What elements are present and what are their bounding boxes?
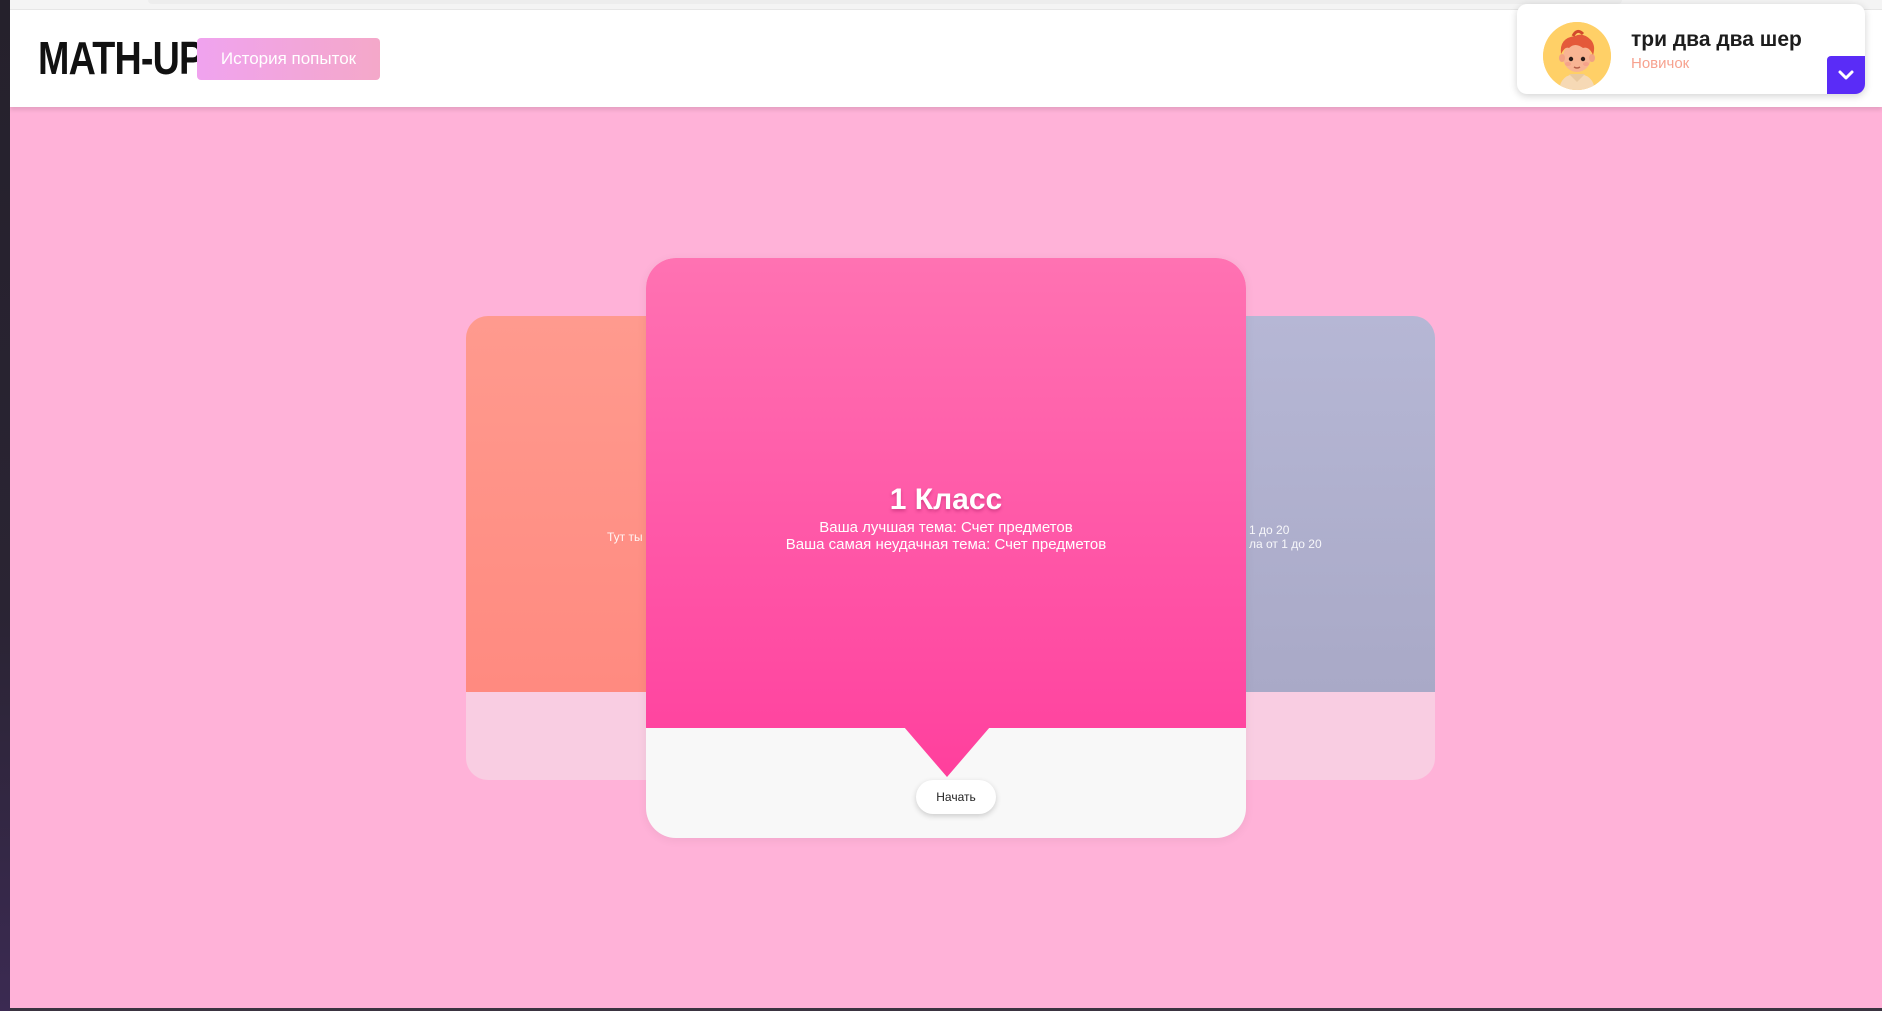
card-next-text-line1: 1 до 20 — [1249, 523, 1290, 537]
user-name: три два два шер — [1631, 28, 1802, 51]
chevron-down-icon — [1838, 70, 1854, 80]
card-current: 1 Класс Ваша лучшая тема: Счет предметов… — [646, 258, 1246, 838]
card-title: 1 Класс — [889, 483, 1003, 516]
child-avatar-icon — [1543, 22, 1611, 90]
worst-topic-text: Ваша самая неудачная тема: Счет предмето… — [785, 536, 1107, 553]
browser-bar-fragment — [148, 0, 1622, 4]
history-button[interactable]: История попыток — [197, 38, 380, 80]
card-next-text-line2: ла от 1 до 20 — [1249, 537, 1322, 551]
left-window-edge — [0, 0, 10, 1011]
profile-menu-toggle[interactable] — [1827, 56, 1865, 94]
card-current-face: 1 Класс Ваша лучшая тема: Счет предметов… — [646, 258, 1246, 728]
best-topic-text: Ваша лучшая тема: Счет предметов — [819, 519, 1073, 536]
app-viewport: MATH-UP История попыток три два два шер — [10, 0, 1882, 1008]
site-logo[interactable]: MATH-UP — [38, 33, 204, 83]
card-pointer — [904, 727, 990, 777]
start-button[interactable]: Начать — [916, 780, 996, 814]
profile-card[interactable]: три два два шер Новичок — [1517, 4, 1865, 94]
user-rank: Новичок — [1631, 55, 1690, 72]
